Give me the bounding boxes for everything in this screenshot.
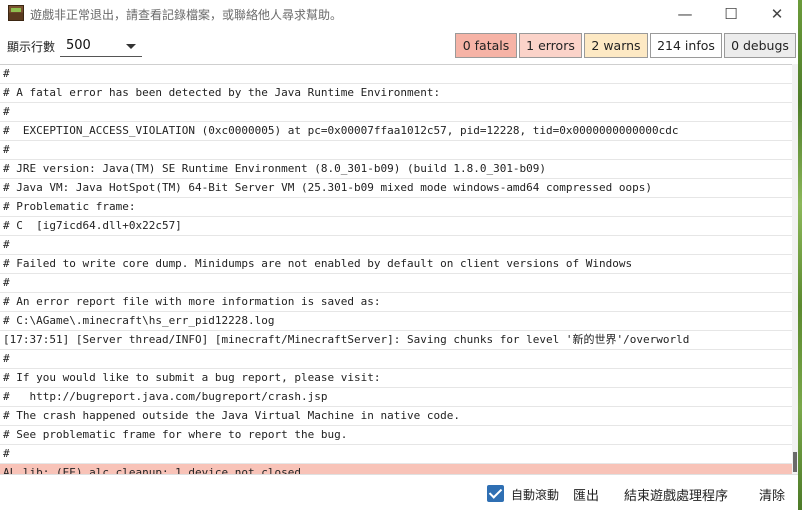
log-line: #	[0, 445, 792, 464]
log-line: # See problematic frame for where to rep…	[0, 426, 792, 445]
lines-count-select[interactable]: 500	[60, 35, 142, 57]
filter-debugs-button[interactable]: 0 debugs	[724, 33, 796, 58]
close-button[interactable]: ✕	[754, 0, 800, 28]
filter-infos-button[interactable]: 214 infos	[650, 33, 722, 58]
filter-fatals-button[interactable]: 0 fatals	[455, 33, 517, 58]
log-line: # Java VM: Java HotSpot(TM) 64-Bit Serve…	[0, 179, 792, 198]
minimize-button[interactable]: —	[662, 0, 708, 28]
filter-errors-button[interactable]: 1 errors	[519, 33, 582, 58]
title-bar[interactable]: 遊戲非正常退出，請查看記錄檔案，或聯絡他人尋求幫助。 — ☐ ✕	[0, 0, 798, 28]
background-strip	[798, 0, 802, 510]
log-line: # C:\AGame\.minecraft\hs_err_pid12228.lo…	[0, 312, 792, 331]
log-line: #	[0, 274, 792, 293]
log-window: 遊戲非正常退出，請查看記錄檔案，或聯絡他人尋求幫助。 — ☐ ✕ 顯示行數 50…	[0, 0, 799, 510]
log-line: # http://bugreport.java.com/bugreport/cr…	[0, 388, 792, 407]
autoscroll-label[interactable]: 自動滾動	[511, 486, 559, 503]
log-line: #	[0, 236, 792, 255]
log-line: #	[0, 350, 792, 369]
lines-count-label: 顯示行數	[7, 40, 56, 54]
lines-count-value: 500	[66, 38, 91, 53]
bottom-bar: 自動滾動 匯出 結束遊戲處理程序 清除	[0, 474, 798, 511]
log-line: # The crash happened outside the Java Vi…	[0, 407, 792, 426]
log-line: #	[0, 65, 792, 84]
log-line: # JRE version: Java(TM) SE Runtime Envir…	[0, 160, 792, 179]
window-title: 遊戲非正常退出，請查看記錄檔案，或聯絡他人尋求幫助。	[30, 8, 343, 22]
log-line: # C [ig7icd64.dll+0x22c57]	[0, 217, 792, 236]
log-line: [17:37:51] [Server thread/INFO] [minecra…	[0, 331, 792, 350]
export-button[interactable]: 匯出	[573, 485, 599, 504]
log-line: # Failed to write core dump. Minidumps a…	[0, 255, 792, 274]
log-line: # EXCEPTION_ACCESS_VIOLATION (0xc0000005…	[0, 122, 792, 141]
log-line: #	[0, 141, 792, 160]
kill-game-process-button[interactable]: 結束遊戲處理程序	[624, 485, 728, 504]
maximize-button[interactable]: ☐	[708, 0, 754, 28]
log-line: # Problematic frame:	[0, 198, 792, 217]
scrollbar-thumb[interactable]	[793, 452, 797, 472]
filter-warns-button[interactable]: 2 warns	[584, 33, 648, 58]
log-line: # An error report file with more informa…	[0, 293, 792, 312]
log-line: # A fatal error has been detected by the…	[0, 84, 792, 103]
log-list[interactable]: # # A fatal error has been detected by th…	[0, 64, 792, 475]
chevron-down-icon	[126, 44, 136, 49]
log-line: # If you would like to submit a bug repo…	[0, 369, 792, 388]
minecraft-block-icon	[8, 5, 24, 21]
log-line: #	[0, 103, 792, 122]
toolbar: 顯示行數 500 0 fatals 1 errors 2 warns 214 i…	[0, 30, 798, 60]
clear-button[interactable]: 清除	[759, 485, 785, 504]
autoscroll-checkbox[interactable]	[487, 485, 504, 502]
